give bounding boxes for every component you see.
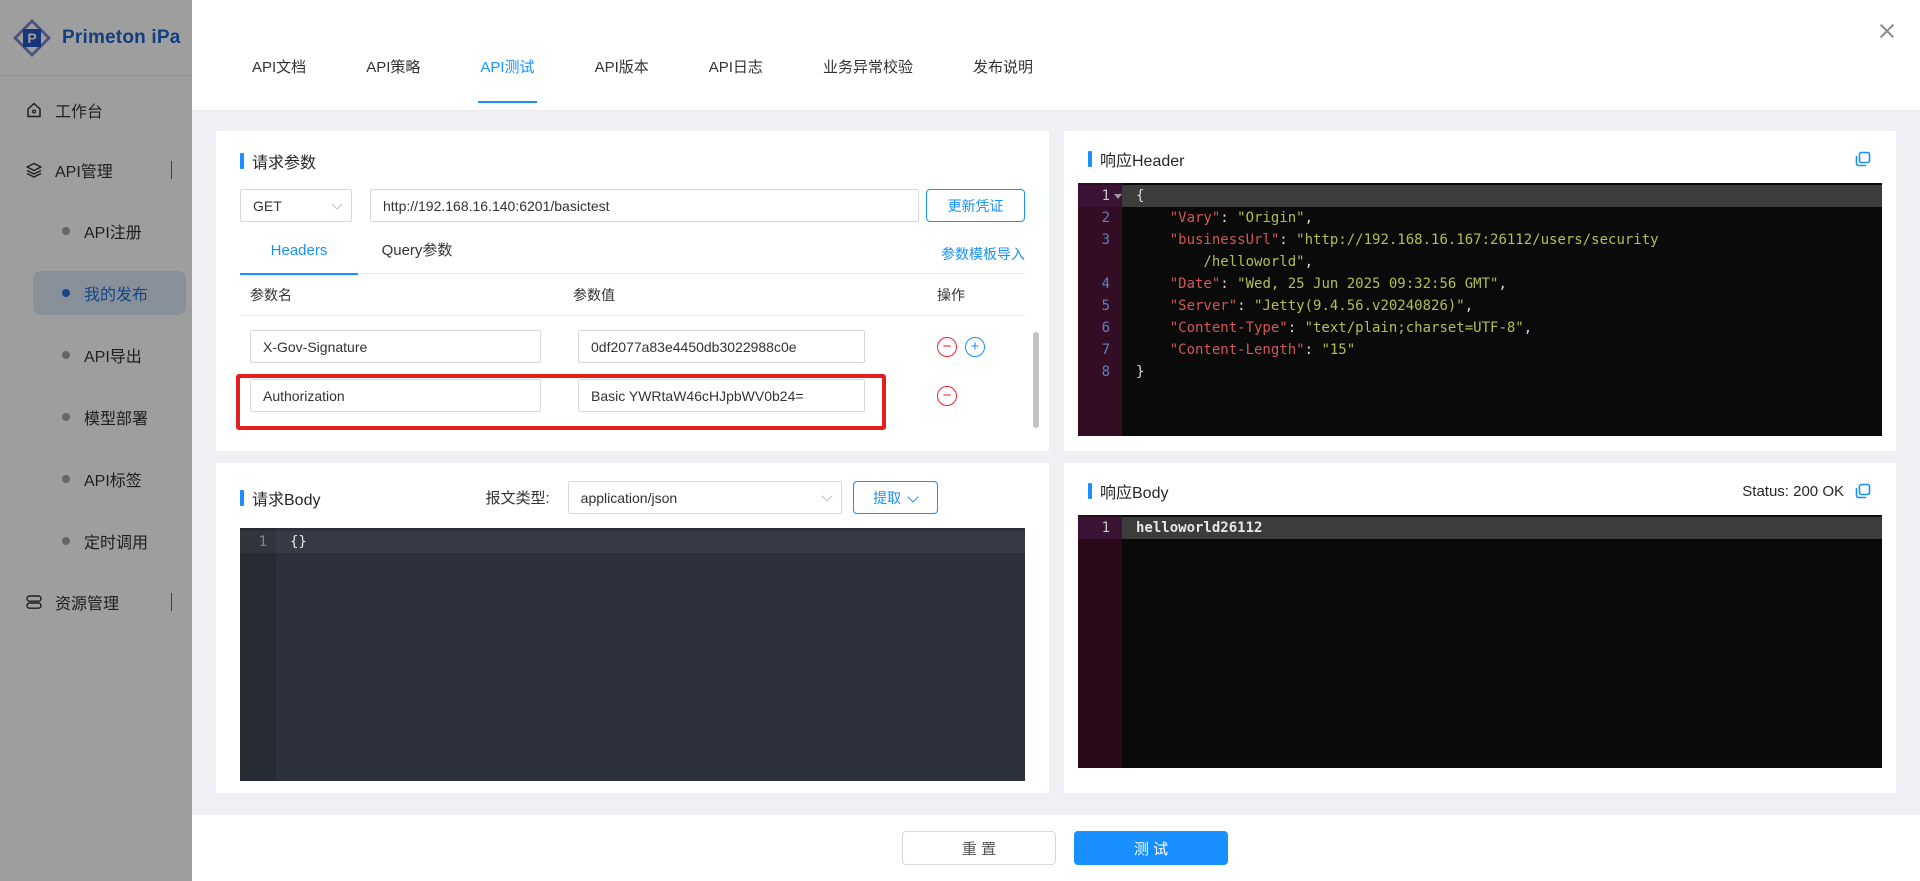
close-icon[interactable] bbox=[1876, 20, 1898, 42]
col-param-value: 参数值 bbox=[573, 285, 903, 305]
title-bar-icon bbox=[1088, 151, 1092, 167]
chevron-down-icon bbox=[331, 198, 342, 209]
subtab-query-params[interactable]: Query参数 bbox=[358, 234, 476, 274]
response-header-viewer: 1 { 2 "Vary": "Origin", 3 "businessUrl":… bbox=[1078, 183, 1882, 436]
chevron-down-icon bbox=[907, 491, 918, 502]
fold-icon[interactable] bbox=[1114, 194, 1122, 199]
code-line: 8 } bbox=[1078, 361, 1882, 383]
url-input[interactable] bbox=[370, 189, 919, 222]
request-body-editor[interactable]: 1 {} bbox=[240, 528, 1025, 781]
api-test-modal: API文档 API策略 API测试 API版本 API日志 业务异常校验 发布说… bbox=[192, 0, 1920, 881]
tab-api-doc[interactable]: API文档 bbox=[250, 38, 308, 103]
table-row: − + bbox=[240, 379, 1025, 412]
param-value-input[interactable] bbox=[578, 379, 865, 412]
tab-api-log[interactable]: API日志 bbox=[707, 38, 765, 103]
extract-button[interactable]: 提取 bbox=[853, 481, 938, 514]
request-body-title: 请求Body bbox=[240, 486, 320, 510]
modal-dim-overlay bbox=[0, 0, 192, 881]
response-body-titlebar: 响应Body Status: 200 OK bbox=[1078, 479, 1882, 503]
response-column: 响应Header 1 { bbox=[1064, 131, 1896, 795]
request-column: 请求参数 GET 更新凭证 bbox=[216, 131, 1049, 795]
response-body-title: 响应Body bbox=[1088, 479, 1168, 503]
remove-row-icon[interactable]: − bbox=[937, 337, 957, 357]
code-line: 1 { bbox=[1078, 185, 1882, 207]
col-param-name: 参数名 bbox=[240, 285, 573, 305]
tab-api-policy[interactable]: API策略 bbox=[364, 38, 422, 103]
param-template-import-link[interactable]: 参数模板导入 bbox=[941, 244, 1025, 264]
params-rows: − + − + bbox=[240, 316, 1025, 412]
params-table-header: 参数名 参数值 操作 bbox=[240, 274, 1025, 316]
code-line: 1 {} bbox=[240, 531, 1025, 553]
params-subtabs: Headers Query参数 参数模板导入 bbox=[240, 234, 1025, 274]
title-bar-icon bbox=[1088, 483, 1092, 499]
param-name-input[interactable] bbox=[250, 330, 541, 363]
copy-icon[interactable] bbox=[1852, 481, 1872, 501]
col-actions: 操作 bbox=[905, 285, 997, 305]
code-line: 5 "Server": "Jetty(9.4.56.v20240826)", bbox=[1078, 295, 1882, 317]
response-header-title: 响应Header bbox=[1088, 147, 1184, 171]
tab-publish-notes[interactable]: 发布说明 bbox=[971, 38, 1035, 103]
chevron-down-icon bbox=[821, 490, 832, 501]
response-header-card: 响应Header 1 { bbox=[1064, 131, 1896, 451]
status-badge: Status: 200 OK bbox=[1742, 483, 1844, 500]
remove-row-icon[interactable]: − bbox=[937, 386, 957, 406]
code-line: 6 "Content-Type": "text/plain;charset=UT… bbox=[1078, 317, 1882, 339]
tab-business-exception-check[interactable]: 业务异常校验 bbox=[821, 38, 915, 103]
table-scrollbar[interactable] bbox=[1033, 332, 1039, 428]
tab-api-version[interactable]: API版本 bbox=[593, 38, 651, 103]
reset-button[interactable]: 重 置 bbox=[902, 831, 1056, 865]
param-value-input[interactable] bbox=[578, 330, 865, 363]
subtab-headers[interactable]: Headers bbox=[240, 234, 358, 274]
method-row: GET 更新凭证 bbox=[240, 189, 1025, 222]
title-bar-icon bbox=[240, 153, 244, 169]
request-params-card: 请求参数 GET 更新凭证 bbox=[216, 131, 1049, 451]
tab-api-test[interactable]: API测试 bbox=[478, 38, 536, 103]
content-type-value: application/json bbox=[581, 490, 678, 506]
add-row-icon[interactable]: + bbox=[965, 337, 985, 357]
response-header-titlebar: 响应Header bbox=[1078, 147, 1882, 171]
title-bar-icon bbox=[240, 490, 244, 506]
content-type-select[interactable]: application/json bbox=[568, 481, 842, 514]
content-type-label: 报文类型: bbox=[485, 487, 549, 508]
app-window: P Primeton iPa 工作台 API管理 API注册 bbox=[0, 0, 1920, 881]
copy-icon[interactable] bbox=[1852, 149, 1872, 169]
modal-tabbar: API文档 API策略 API测试 API版本 API日志 业务异常校验 发布说… bbox=[192, 0, 1920, 111]
code-line: 1 helloworld26112 bbox=[1078, 517, 1882, 539]
method-value: GET bbox=[253, 198, 282, 214]
request-params-title: 请求参数 bbox=[240, 149, 1025, 173]
request-body-card: 请求Body 报文类型: application/json 提取 bbox=[216, 463, 1049, 793]
modal-content: 请求参数 GET 更新凭证 bbox=[192, 111, 1920, 815]
code-line: 2 "Vary": "Origin", bbox=[1078, 207, 1882, 229]
code-line: 4 "Date": "Wed, 25 Jun 2025 09:32:56 GMT… bbox=[1078, 273, 1882, 295]
table-row: − + bbox=[240, 330, 1025, 363]
code-line: /helloworld", bbox=[1078, 251, 1882, 273]
code-line: 7 "Content-Length": "15" bbox=[1078, 339, 1882, 361]
update-credential-button[interactable]: 更新凭证 bbox=[926, 189, 1025, 222]
request-body-header: 请求Body 报文类型: application/json 提取 bbox=[240, 481, 1025, 514]
code-line: 3 "businessUrl": "http://192.168.16.167:… bbox=[1078, 229, 1882, 251]
response-body-card: 响应Body Status: 200 OK 1 helloworld261 bbox=[1064, 463, 1896, 793]
method-select[interactable]: GET bbox=[240, 189, 352, 222]
modal-footer: 重 置 测 试 bbox=[192, 815, 1920, 881]
response-body-viewer: 1 helloworld26112 bbox=[1078, 515, 1882, 768]
param-name-input[interactable] bbox=[250, 379, 541, 412]
test-button[interactable]: 测 试 bbox=[1074, 831, 1228, 865]
